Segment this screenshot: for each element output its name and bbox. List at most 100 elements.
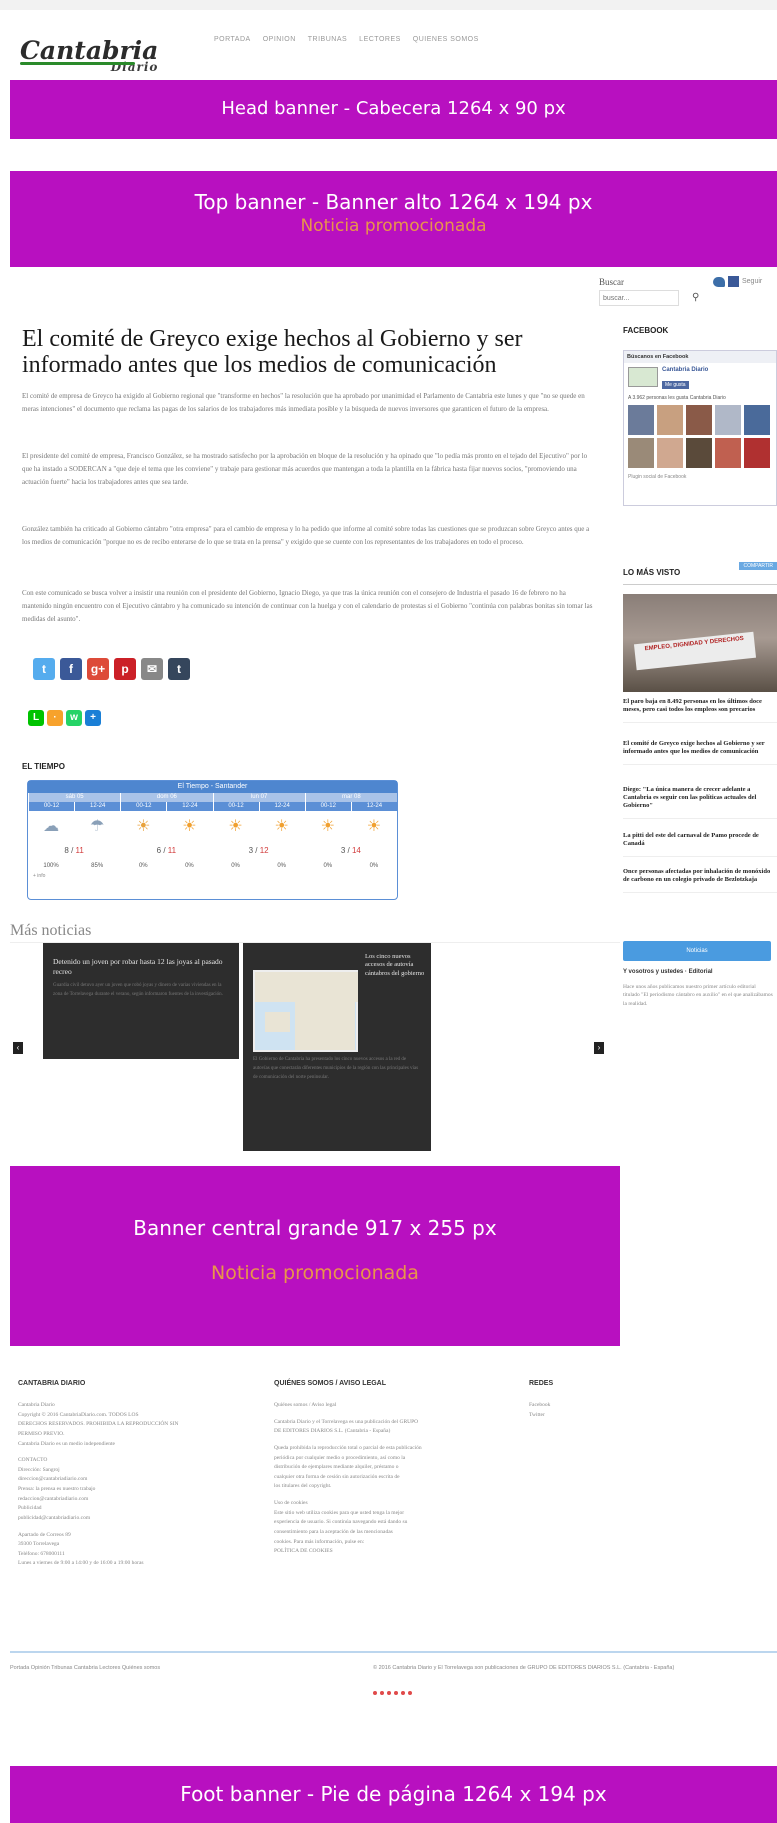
sun-icon: ☀ [228, 818, 243, 835]
sun-icon: ☀ [182, 818, 197, 835]
precip-value: 85% [91, 863, 104, 869]
email-icon[interactable]: ✉ [141, 658, 163, 680]
avatar[interactable] [686, 438, 712, 468]
precip-value: 0% [323, 863, 333, 869]
footer-line: Copyright © 2016 CantabriaDiario.com. TO… [18, 1411, 139, 1418]
more-news-title: Más noticias [10, 922, 92, 939]
footer-links[interactable]: Portada Opinión Tribunas Cantabria Lecto… [10, 1665, 160, 1671]
footer-line: PERMISO PREVIO. [18, 1430, 65, 1437]
news-button[interactable]: Noticias [623, 941, 771, 961]
twitter-icon[interactable] [713, 276, 725, 287]
like-button[interactable]: Me gusta [662, 381, 689, 389]
avatar[interactable] [657, 438, 683, 468]
footer-line: direccion@cantabriadiario.com [18, 1476, 88, 1483]
footer-column-legal: QUIÉNES SOMOS / AVISO LEGAL Quiénes somo… [274, 1380, 514, 1557]
rss-icon[interactable]: · [47, 710, 63, 726]
weather-hour: 00-12 [212, 802, 259, 811]
sun-icon: ☀ [274, 818, 289, 835]
menu-item[interactable]: OPINION [263, 36, 296, 43]
menu-item[interactable]: PORTADA [214, 36, 251, 43]
footer-spacer [18, 1524, 248, 1531]
search-input[interactable] [599, 290, 679, 306]
most-viewed-item[interactable]: Diego: "La única manera de crecer adelan… [623, 786, 777, 820]
weather-temp: 3 / 14 [340, 845, 361, 855]
footer-line: Cantabria Diario [18, 1402, 55, 1408]
editorial-title[interactable]: Y vosotros y ustedes · Editorial [623, 969, 713, 975]
footer-line: Queda prohibida la reproducción total o … [274, 1444, 422, 1451]
avatar[interactable] [715, 405, 741, 435]
most-viewed-item[interactable]: El paro baja en 8.492 personas en los úl… [623, 698, 777, 724]
news-card[interactable]: Los cinco nuevos accesos de autovía cánt… [243, 943, 431, 1151]
precip-value: 0% [231, 863, 240, 869]
facebook-plugin-label[interactable]: Plugin social de Facebook [624, 472, 776, 482]
footer-line: Cantabria Diario y el Torrelavega es una… [274, 1418, 419, 1425]
footer-heading: QUIÉNES SOMOS / AVISO LEGAL [274, 1380, 387, 1387]
article-paragraph: El presidente del comité de empresa, Fra… [22, 452, 588, 486]
footer-column-about: CANTABRIA DIARIO Cantabria Diario Copyrig… [18, 1380, 248, 1569]
weather-header: El Tiempo - Santander [28, 781, 397, 793]
facebook-widget[interactable]: Búscanos en Facebook Cantabria Diario Me… [623, 350, 777, 506]
tumblr-icon[interactable]: t [168, 658, 190, 680]
site-logo[interactable]: Cantabria Diario [20, 38, 158, 73]
sun-cloud-icon: ☀ [136, 818, 151, 835]
chevron-left-icon[interactable]: ‹ [13, 1042, 23, 1054]
most-viewed-photo[interactable]: EMPLEO, DIGNIDAD Y DERECHOS [623, 594, 777, 692]
foot-banner-text: Foot banner - Pie de página 1264 x 194 p… [180, 1782, 607, 1806]
footer-line: 39300 Torrelavega [18, 1541, 60, 1548]
head-banner[interactable]: Head banner - Cabecera 1264 x 90 px [10, 80, 777, 139]
weather-widget[interactable]: El Tiempo - Santander sáb 05 dom 06 lun … [27, 780, 398, 900]
avatar[interactable] [657, 405, 683, 435]
facebook-page-name[interactable]: Cantabria Diario [662, 367, 708, 373]
footer-line: periódica por cualquier medio o procedim… [274, 1454, 406, 1461]
most-viewed-item[interactable]: Once personas afectadas por inhalación d… [623, 868, 777, 894]
facebook-icon[interactable] [728, 276, 739, 287]
most-viewed-item[interactable]: La pitti del este del carnaval de Pamo p… [623, 832, 777, 858]
google-plus-icon[interactable]: g+ [87, 658, 109, 680]
weather-icons: ☁ ☂ ☀ ☀ ☀ ☀ ☀ ☀ [28, 811, 397, 841]
avatar[interactable] [686, 405, 712, 435]
facebook-icon[interactable]: f [60, 658, 82, 680]
footer-line: publicidad@cantabriadiario.com [18, 1514, 91, 1521]
article-paragraph: González también ha criticado al Gobiern… [22, 525, 590, 546]
whatsapp-icon[interactable]: w [66, 710, 82, 726]
line-icon[interactable]: L [28, 710, 44, 726]
social-follow: Seguir [713, 276, 762, 287]
sidebar: FACEBOOK Búscanos en Facebook Cantabria … [623, 326, 777, 1007]
twitter-icon[interactable]: t [33, 658, 55, 680]
footer-heading: REDES [529, 1380, 554, 1387]
weather-more-link[interactable]: + info [28, 873, 397, 879]
menu-item[interactable]: QUIENES SOMOS [413, 36, 479, 43]
avatar[interactable] [628, 438, 654, 468]
top-banner[interactable]: Top banner - Banner alto 1264 x 194 px N… [10, 171, 777, 267]
avatar[interactable] [715, 438, 741, 468]
weather-temp: 8 / 11 [64, 845, 84, 855]
dot [373, 1691, 377, 1695]
avatar[interactable] [744, 405, 770, 435]
news-card[interactable]: Detenido un joven por robar hasta 12 las… [43, 943, 239, 1059]
more-icon[interactable]: + [85, 710, 101, 726]
menu-item[interactable]: TRIBUNAS [308, 36, 347, 43]
dot [394, 1691, 398, 1695]
share-buttons-secondary: L · w + [28, 710, 101, 726]
pinterest-icon[interactable]: p [114, 658, 136, 680]
foot-banner[interactable]: Foot banner - Pie de página 1264 x 194 p… [10, 1766, 777, 1823]
page-logo [628, 367, 658, 387]
central-banner[interactable]: Banner central grande 917 x 255 px Notic… [10, 1166, 620, 1346]
follow-label[interactable]: Seguir [742, 278, 762, 285]
article-paragraph: El comité de empresa de Greyco ha exigid… [22, 392, 585, 413]
search-icon[interactable]: ⚲ [692, 292, 699, 303]
most-viewed-tag[interactable]: COMPARTIR [739, 562, 777, 570]
chevron-right-icon[interactable]: › [594, 1042, 604, 1054]
footer-column-social: REDES Facebook Twitter [529, 1380, 609, 1420]
avatar[interactable] [628, 405, 654, 435]
weather-day: mar 08 [304, 793, 397, 802]
footer-line: experiencia de usuario. Si continúa nave… [274, 1519, 408, 1526]
footer-line: Este sitio web utiliza cookies para que … [274, 1509, 405, 1516]
weather-temps: 8 / 11 6 / 11 3 / 12 3 / 14 [28, 841, 397, 859]
footer-line: redaccion@cantabriadiario.com [18, 1495, 89, 1502]
most-viewed-item[interactable]: El comité de Greyco exige hechos al Gobi… [623, 740, 777, 766]
avatar[interactable] [744, 438, 770, 468]
menu-item[interactable]: LECTORES [359, 36, 401, 43]
precip-value: 0% [185, 863, 194, 869]
footer-line: Quiénes somos / Aviso legal [274, 1402, 337, 1408]
